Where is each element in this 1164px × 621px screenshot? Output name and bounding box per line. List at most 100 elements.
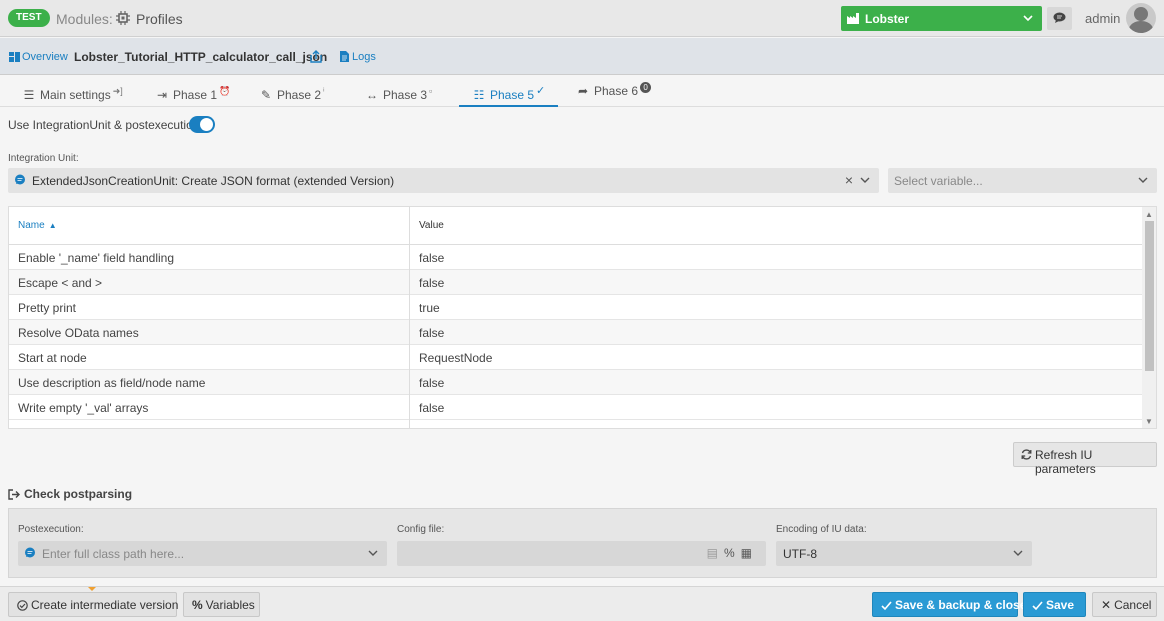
param-name: Pretty print bbox=[18, 301, 77, 315]
param-name: Use description as field/node name bbox=[18, 376, 206, 390]
column-name-label: Name bbox=[18, 220, 45, 231]
file-text-icon[interactable]: ▤ bbox=[707, 546, 724, 560]
tab-phase-6[interactable]: ➦ Phase 60 bbox=[576, 76, 652, 107]
chat-icon bbox=[15, 174, 25, 185]
scroll-up-icon[interactable]: ▲ bbox=[1145, 210, 1153, 219]
profile-bar: Overview Lobster_Tutorial_HTTP_calculato… bbox=[0, 38, 1164, 75]
partner-select[interactable]: Lobster bbox=[841, 6, 1042, 31]
create-version-label: Create intermediate version bbox=[31, 598, 179, 612]
overview-label: Overview bbox=[22, 51, 68, 63]
create-intermediate-version-button[interactable]: Create intermediate version bbox=[8, 592, 179, 617]
config-file-input[interactable]: ▤%▦ bbox=[397, 541, 766, 566]
table-row[interactable]: Write empty '_val' arrays false bbox=[9, 395, 1142, 420]
save-backup-close-button[interactable]: Save & backup & close bbox=[872, 592, 1026, 617]
tab-phase-1[interactable]: ⇥ Phase 1 ⏰ bbox=[155, 76, 230, 107]
postexecution-select[interactable]: Enter full class path here... bbox=[18, 541, 387, 566]
param-value[interactable]: false bbox=[419, 326, 444, 340]
param-value[interactable]: true bbox=[419, 301, 440, 315]
table-row[interactable]: Pretty print true bbox=[9, 295, 1142, 320]
avatar[interactable] bbox=[1126, 3, 1156, 33]
param-value[interactable]: false bbox=[419, 251, 444, 265]
modules-label: Modules: bbox=[56, 11, 113, 27]
user-icon bbox=[1128, 7, 1154, 33]
arrow-right-bar-icon: ⇥ bbox=[156, 88, 168, 102]
top-bar: TEST Modules: Profiles Lobster admin bbox=[0, 0, 1164, 37]
param-value[interactable]: false bbox=[419, 276, 444, 290]
tab-phase-3[interactable]: ↔ Phase 3 ▫ bbox=[365, 76, 432, 107]
param-name: Resolve OData names bbox=[18, 326, 139, 340]
variable-icon[interactable]: % bbox=[724, 546, 741, 560]
list-icon: ☰ bbox=[23, 88, 35, 102]
sort-asc-icon: ▲ bbox=[48, 221, 57, 230]
table-row[interactable]: Enable '_name' field handling false bbox=[9, 245, 1142, 270]
checkmark-icon bbox=[881, 601, 892, 611]
environment-badge: TEST bbox=[8, 9, 50, 27]
refresh-iu-parameters-button[interactable]: Refresh IU parameters bbox=[1013, 442, 1157, 476]
clear-icon[interactable]: × bbox=[845, 172, 853, 188]
column-header-value[interactable]: Value bbox=[419, 220, 444, 231]
refresh-button-label: Refresh IU parameters bbox=[1035, 448, 1096, 476]
save-button[interactable]: Save bbox=[1023, 592, 1086, 617]
table-row[interactable]: Escape < and > false bbox=[9, 270, 1142, 295]
save-label: Save bbox=[1046, 598, 1075, 612]
table-row[interactable]: Resolve OData names false bbox=[9, 320, 1142, 345]
param-value[interactable]: false bbox=[419, 376, 444, 390]
marker-icon bbox=[88, 587, 96, 591]
tab-label: Phase 1 bbox=[173, 88, 218, 102]
tab-label: Phase 3 bbox=[383, 88, 428, 102]
param-value[interactable]: RequestNode bbox=[419, 351, 492, 365]
sign-in-icon: ➜] bbox=[112, 86, 123, 96]
save-backup-close-label: Save & backup & close bbox=[895, 598, 1027, 612]
refresh-icon bbox=[1021, 449, 1032, 460]
overview-icon bbox=[9, 52, 20, 62]
tab-label: Main settings bbox=[40, 88, 111, 102]
variables-label: Variables bbox=[205, 598, 255, 612]
use-integration-label: Use IntegrationUnit & postexecution bbox=[8, 118, 200, 132]
username[interactable]: admin bbox=[1085, 11, 1120, 26]
encoding-select[interactable]: UTF-8 bbox=[776, 541, 1032, 566]
profiles-link[interactable]: Profiles bbox=[136, 11, 183, 27]
postexecution-placeholder: Enter full class path here... bbox=[42, 547, 185, 561]
postexecution-label: Postexecution: bbox=[18, 524, 84, 535]
cancel-label: Cancel bbox=[1114, 598, 1152, 612]
chip-icon bbox=[116, 11, 130, 25]
toggle-knob bbox=[200, 118, 213, 131]
integration-unit-label: Integration Unit: bbox=[8, 153, 79, 164]
checkmark-icon bbox=[1032, 601, 1043, 611]
table-row[interactable]: Start at node RequestNode bbox=[9, 345, 1142, 370]
document-icon[interactable]: ▦ bbox=[741, 546, 758, 560]
file-icon bbox=[340, 51, 349, 62]
tab-phase-5[interactable]: ☷ Phase 5 ✓ bbox=[459, 76, 558, 107]
param-name: Escape < and > bbox=[18, 276, 103, 290]
percent-icon: % bbox=[192, 598, 203, 612]
param-value[interactable]: false bbox=[419, 401, 444, 415]
chevron-down-icon bbox=[1138, 177, 1148, 183]
chat-icon bbox=[1053, 12, 1066, 23]
document-icon: ▫ bbox=[429, 86, 433, 96]
use-integration-toggle[interactable] bbox=[189, 116, 215, 133]
variables-button[interactable]: % Variables bbox=[183, 592, 260, 617]
chat-button[interactable] bbox=[1047, 7, 1072, 30]
column-header-name[interactable]: Name ▲ bbox=[18, 220, 57, 231]
variable-select-placeholder: Select variable... bbox=[894, 174, 983, 188]
table-header: Name ▲ Value bbox=[9, 207, 1142, 245]
table-row[interactable]: Use description as field/node name false bbox=[9, 370, 1142, 395]
table-scrollbar[interactable]: ▲ ▼ bbox=[1142, 207, 1156, 428]
tab-main-settings[interactable]: ☰ Main settings ➜] bbox=[22, 76, 123, 107]
scrollbar-thumb[interactable] bbox=[1145, 221, 1154, 371]
logs-label: Logs bbox=[352, 51, 376, 63]
tab-phase-2[interactable]: ✎ Phase 2ⁱ bbox=[259, 76, 325, 107]
chevron-down-icon bbox=[860, 177, 870, 183]
overview-link[interactable]: Overview bbox=[9, 51, 68, 63]
variable-select[interactable]: Select variable... bbox=[888, 168, 1157, 193]
scroll-down-icon[interactable]: ▼ bbox=[1145, 417, 1153, 426]
integration-unit-select[interactable]: ExtendedJsonCreationUnit: Create JSON fo… bbox=[8, 168, 879, 193]
arrows-horizontal-icon: ↔ bbox=[366, 88, 378, 102]
integration-unit-value: ExtendedJsonCreationUnit: Create JSON fo… bbox=[32, 174, 395, 188]
cancel-button[interactable]: ✕ Cancel bbox=[1092, 592, 1157, 617]
encoding-value: UTF-8 bbox=[783, 547, 817, 561]
count-badge: 0 bbox=[640, 82, 652, 93]
export-icon[interactable] bbox=[310, 50, 322, 63]
logs-link[interactable]: Logs bbox=[340, 51, 376, 63]
info-icon: ⁱ bbox=[323, 86, 325, 96]
